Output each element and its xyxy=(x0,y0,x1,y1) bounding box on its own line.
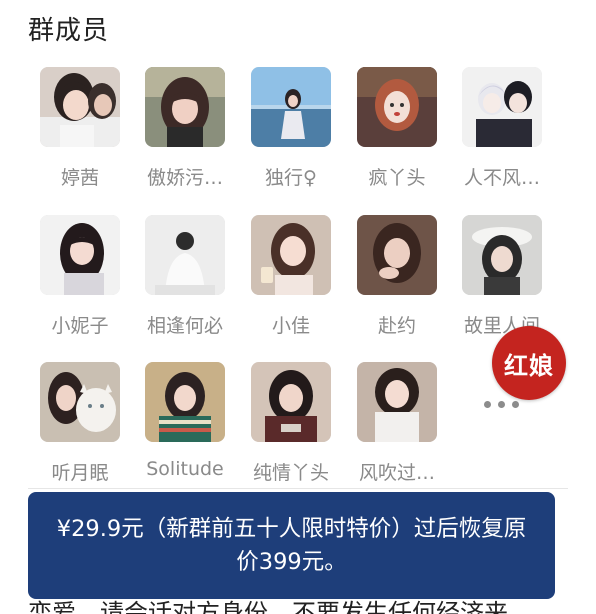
member-avatar[interactable] xyxy=(145,362,225,442)
member-item[interactable]: 婷茜 xyxy=(27,67,133,190)
member-item[interactable]: 纯情丫头 xyxy=(238,362,344,485)
member-name: 相逢何必 xyxy=(146,315,223,337)
member-avatar[interactable] xyxy=(251,362,331,442)
member-name: 小佳 xyxy=(271,315,310,337)
member-item[interactable]: 小佳 xyxy=(238,215,344,338)
member-name: 人不风… xyxy=(463,167,540,189)
hongniang-badge[interactable]: 红娘 xyxy=(492,326,566,400)
member-item[interactable]: Solitude xyxy=(132,362,238,480)
member-grid: 婷茜 傲娇污… 独行♀ 疯丫头 人不风… 小妮子 相逢何必 小佳 赴约 故里人间… xyxy=(0,0,596,500)
member-avatar[interactable] xyxy=(357,362,437,442)
member-name: 听月眠 xyxy=(51,462,109,484)
member-avatar[interactable] xyxy=(145,67,225,147)
member-name: 疯丫头 xyxy=(368,167,426,189)
member-avatar[interactable] xyxy=(357,67,437,147)
more-dots-icon[interactable] xyxy=(484,398,524,410)
member-avatar[interactable] xyxy=(357,215,437,295)
member-item[interactable]: 相逢何必 xyxy=(132,215,238,338)
member-item[interactable]: 风吹过… xyxy=(344,362,450,485)
member-item[interactable]: 傲娇污… xyxy=(132,67,238,190)
member-avatar[interactable] xyxy=(40,215,120,295)
member-name: 纯情丫头 xyxy=(252,462,329,484)
member-avatar[interactable] xyxy=(251,67,331,147)
member-name: Solitude xyxy=(146,458,224,480)
member-item[interactable]: 小妮子 xyxy=(27,215,133,338)
member-name: 风吹过… xyxy=(358,462,435,484)
member-name: 独行♀ xyxy=(265,167,317,189)
member-avatar[interactable] xyxy=(145,215,225,295)
member-name: 婷茜 xyxy=(60,167,99,189)
member-avatar[interactable] xyxy=(40,67,120,147)
member-avatar[interactable] xyxy=(462,67,542,147)
member-avatar[interactable] xyxy=(462,215,542,295)
member-name: 小妮子 xyxy=(51,315,109,337)
member-name: 赴约 xyxy=(377,315,416,337)
member-avatar[interactable] xyxy=(251,215,331,295)
member-item[interactable]: 独行♀ xyxy=(238,67,344,190)
member-item[interactable]: 故里人间 xyxy=(449,215,555,338)
rules-text: 恋爱，请会话对方身份，不要发生任何经济来 xyxy=(28,599,508,614)
member-item[interactable]: 疯丫头 xyxy=(344,67,450,190)
price-banner: ¥29.9元（新群前五十人限时特价）过后恢复原价399元。 xyxy=(28,492,555,599)
member-item[interactable]: 赴约 xyxy=(344,215,450,338)
member-item[interactable]: 人不风… xyxy=(449,67,555,190)
member-avatar[interactable] xyxy=(40,362,120,442)
member-name: 傲娇污… xyxy=(146,167,223,189)
divider xyxy=(28,488,568,489)
member-item[interactable]: 听月眠 xyxy=(27,362,133,485)
